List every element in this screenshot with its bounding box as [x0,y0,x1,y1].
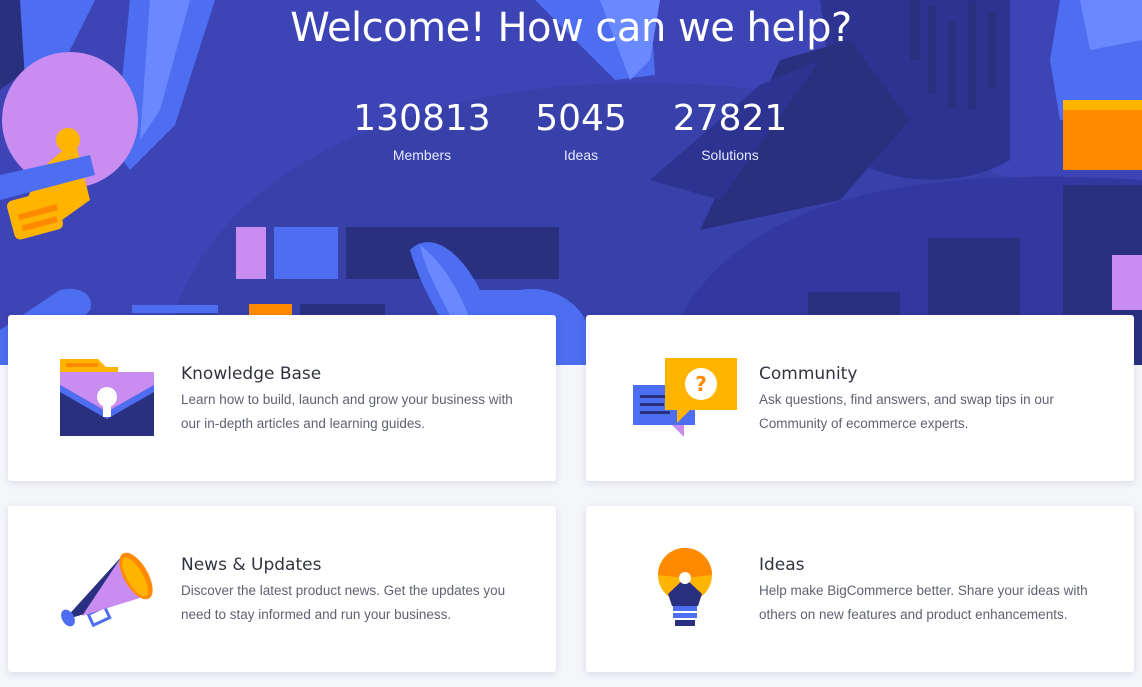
svg-text:?: ? [695,372,707,396]
card-title: Knowledge Base [181,364,322,384]
card-description: Learn how to build, launch and grow your… [181,392,513,431]
stat-solutions: 27821 Solutions [650,98,810,163]
card-title: News & Updates [181,555,322,575]
card-news-updates[interactable]: News & Updates Discover the latest produ… [8,506,556,672]
hero-illustration [0,0,1142,365]
stat-ideas-number: 5045 [535,98,627,139]
card-knowledge-base[interactable]: Knowledge Base Learn how to build, launc… [8,315,556,481]
megaphone-icon [60,546,156,637]
card-description: Ask questions, find answers, and swap ti… [759,392,1054,431]
page: Welcome! How can we help? 130813 Members… [0,0,1142,687]
stat-solutions-number: 27821 [672,98,788,139]
folder-lightbulb-icon [58,357,156,444]
stat-members-label: Members [392,147,452,163]
card-community[interactable]: ? Community Ask questions, find answers,… [586,315,1134,481]
lightbulb-icon [656,546,716,635]
card-description: Discover the latest product news. Get th… [181,583,506,622]
stat-members: 130813 Members [342,98,502,163]
card-title: Community [759,364,858,384]
hero-title: Welcome! How can we help? [290,5,852,51]
hero-banner: Welcome! How can we help? 130813 Members… [0,0,1142,365]
stat-members-number: 130813 [353,98,491,139]
chat-bubbles-icon: ? [632,357,742,448]
card-title: Ideas [759,555,805,575]
stat-solutions-label: Solutions [701,147,759,163]
stat-ideas: 5045 Ideas [501,98,661,163]
stat-ideas-label: Ideas [563,147,599,163]
card-ideas[interactable]: Ideas Help make BigCommerce better. Shar… [586,506,1134,672]
card-description: Help make BigCommerce better. Share your… [759,583,1088,622]
